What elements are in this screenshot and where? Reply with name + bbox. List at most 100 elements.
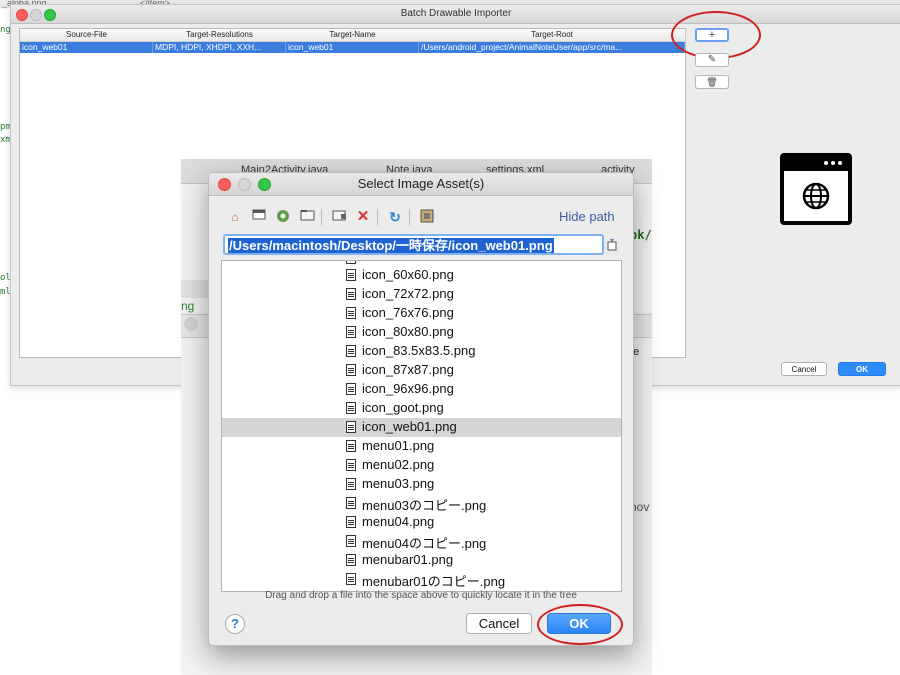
file-icon — [346, 288, 356, 300]
file-name: icon_goot.png — [362, 400, 444, 415]
list-item[interactable]: icon_goot.png — [222, 399, 621, 418]
folder-icon[interactable] — [299, 209, 315, 225]
column-header-target-root[interactable]: Target-Root — [419, 29, 686, 42]
delete-button[interactable]: 🗑 — [695, 75, 729, 89]
file-name: icon_60x60.png — [362, 267, 454, 282]
file-icon — [346, 364, 356, 376]
close-dialog-button[interactable] — [218, 178, 231, 191]
close-window-button[interactable] — [16, 9, 28, 21]
file-icon — [346, 307, 356, 319]
dialog-title: Select Image Asset(s) — [209, 173, 633, 196]
home-icon[interactable]: ⌂ — [227, 209, 243, 225]
toolbar-separator — [321, 209, 322, 225]
panel-toggle-icon[interactable] — [184, 317, 198, 331]
drag-drop-hint: Drag and drop a file into the space abov… — [265, 590, 577, 601]
toolbar-separator — [409, 209, 410, 225]
column-header-target-resolutions[interactable]: Target-Resolutions — [153, 29, 287, 42]
file-icon — [346, 421, 356, 433]
file-icon — [346, 345, 356, 357]
file-tree[interactable]: icon_60x60.png icon_72x72.png icon_76x76.p… — [221, 260, 622, 592]
list-item[interactable]: menu01.png — [222, 437, 621, 456]
list-item[interactable]: icon_60x60.png — [222, 266, 621, 285]
file-icon — [346, 478, 356, 490]
file-icon — [346, 497, 356, 509]
file-icon — [346, 440, 356, 452]
file-name: menubar01.png — [362, 552, 454, 567]
browser-title-bar — [784, 157, 848, 171]
file-name: menu04.png — [362, 514, 435, 529]
code-fragment: ng — [181, 299, 195, 313]
minimize-dialog-button[interactable] — [238, 178, 251, 191]
cancel-button[interactable]: Cancel — [466, 613, 532, 634]
table-cell: /Users/android_project/AnimalNoteUser/ap… — [419, 42, 685, 53]
table-cell: MDPI, HDPI, XHDPI, XXH... — [153, 42, 286, 53]
list-item[interactable]: icon_72x72.png — [222, 285, 621, 304]
path-input[interactable]: /Users/macintosh/Desktop/一時保存/icon_web01… — [223, 234, 604, 255]
list-item[interactable]: menu03.png — [222, 475, 621, 494]
list-item[interactable]: menu04.png — [222, 513, 621, 532]
file-name: icon_web01.png — [362, 419, 457, 434]
file-icon — [346, 261, 356, 264]
list-item[interactable]: icon_web01.png — [222, 418, 621, 437]
file-name: menu04のコピー.png — [362, 536, 487, 551]
file-icon — [346, 269, 356, 281]
dot-icon — [838, 161, 842, 165]
file-name: menu03のコピー.png — [362, 498, 487, 513]
file-icon — [346, 535, 356, 547]
file-name: menu02.png — [362, 457, 435, 472]
delete-icon[interactable]: ✕ — [355, 209, 371, 225]
list-item[interactable]: menubar01.png — [222, 551, 621, 570]
list-item[interactable]: icon_96x96.png — [222, 380, 621, 399]
dot-icon — [831, 161, 835, 165]
list-item[interactable]: icon_87x87.png — [222, 361, 621, 380]
list-item[interactable]: icon_83.5x83.5.png — [222, 342, 621, 361]
batch-ok-button[interactable]: OK — [838, 362, 886, 376]
side-panel — [181, 280, 211, 298]
batch-cancel-button[interactable]: Cancel — [781, 362, 827, 376]
column-header-source-file[interactable]: Source-File — [20, 29, 154, 42]
file-icon — [346, 516, 356, 528]
browser-window-globe-icon — [780, 153, 852, 225]
path-history-icon[interactable] — [607, 238, 617, 251]
file-icon — [346, 326, 356, 338]
select-image-asset-dialog: Select Image Asset(s) ⌂ ✕ ↻ Hide path /U… — [208, 172, 634, 646]
file-icon — [346, 554, 356, 566]
file-name: menu03.png — [362, 476, 435, 491]
edit-button[interactable]: ✎ — [695, 53, 729, 67]
dot-icon — [824, 161, 828, 165]
zoom-dialog-button[interactable] — [258, 178, 271, 191]
list-item[interactable]: icon_76x76.png — [222, 304, 621, 323]
file-name: menubar01のコピー.png — [362, 574, 506, 589]
column-header-target-name[interactable]: Target-Name — [286, 29, 420, 42]
file-name: menu01.png — [362, 438, 435, 453]
path-value: /Users/macintosh/Desktop/一時保存/icon_web01… — [228, 238, 554, 253]
project-icon[interactable] — [275, 209, 291, 225]
desktop-icon[interactable] — [251, 209, 267, 225]
file-icon — [346, 402, 356, 414]
zoom-window-button[interactable] — [44, 9, 56, 21]
toolbar-separator — [377, 209, 378, 225]
file-name: icon_72x72.png — [362, 286, 454, 301]
window-title: Batch Drawable Importer — [11, 5, 900, 24]
show-hidden-icon[interactable] — [419, 209, 435, 225]
file-icon — [346, 459, 356, 471]
list-item[interactable]: menu02.png — [222, 456, 621, 475]
file-name: icon_76x76.png — [362, 305, 454, 320]
table-cell: icon_web01 — [286, 42, 419, 53]
list-item[interactable]: menubar01のコピー.png — [222, 570, 621, 589]
list-item[interactable]: menu04のコピー.png — [222, 532, 621, 551]
help-button[interactable]: ? — [225, 614, 245, 634]
list-item[interactable]: menu03のコピー.png — [222, 494, 621, 513]
file-name: icon_80x80.png — [362, 324, 454, 339]
file-icon — [346, 383, 356, 395]
hide-path-link[interactable]: Hide path — [559, 209, 615, 224]
list-item[interactable]: icon_80x80.png — [222, 323, 621, 342]
file-name: icon_96x96.png — [362, 381, 454, 396]
minimize-window-button[interactable] — [30, 9, 42, 21]
annotation-circle — [537, 604, 623, 645]
file-name: icon_83.5x83.5.png — [362, 343, 476, 358]
refresh-icon[interactable]: ↻ — [387, 209, 403, 225]
table-row[interactable]: icon_web01 MDPI, HDPI, XHDPI, XXH... ico… — [20, 42, 685, 53]
new-folder-icon[interactable] — [331, 209, 347, 225]
annotation-circle — [671, 11, 761, 59]
